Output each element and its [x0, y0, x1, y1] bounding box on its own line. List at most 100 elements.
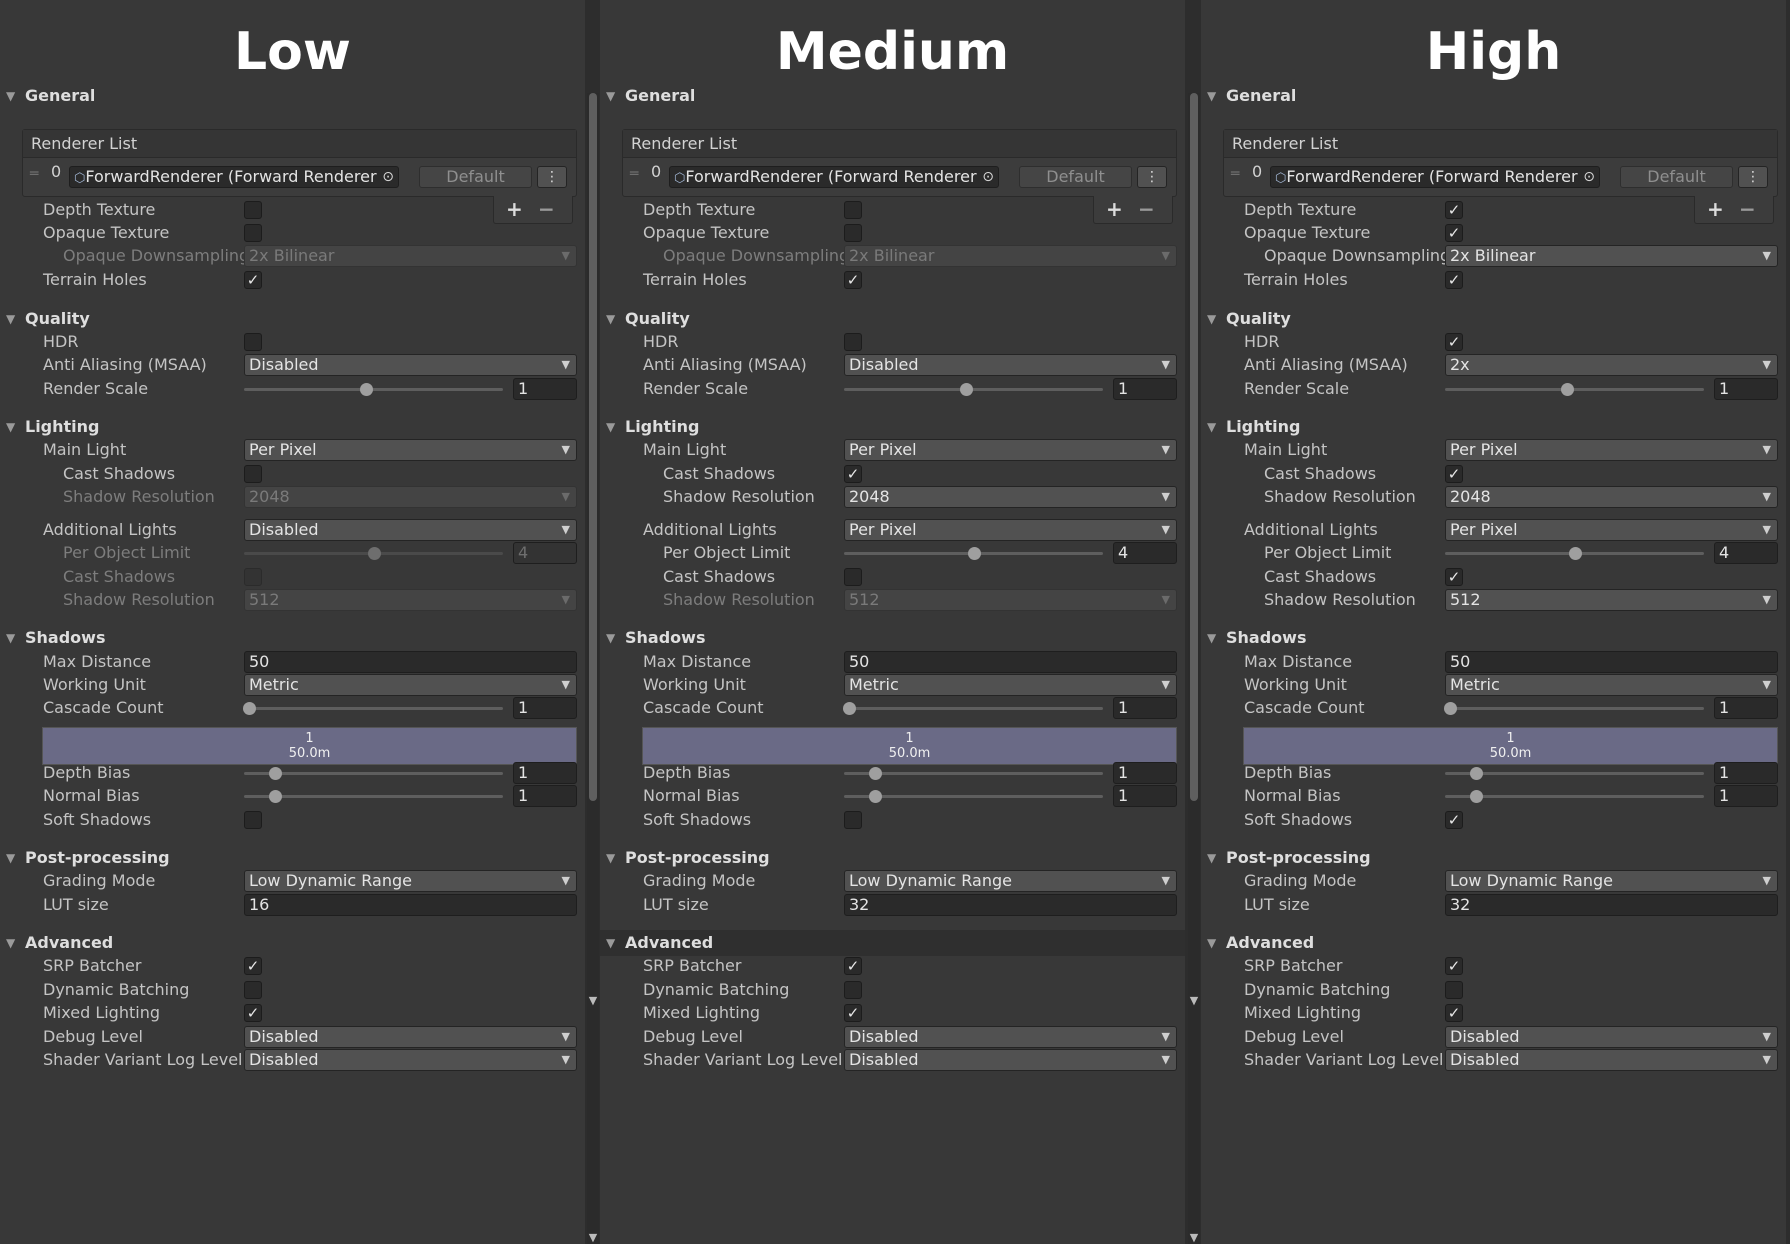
section-general[interactable]: ▼ General: [1201, 83, 1786, 109]
checkbox[interactable]: ✓: [1445, 271, 1463, 289]
checkbox[interactable]: ✓: [1445, 465, 1463, 483]
scroll-down-arrow-icon[interactable]: ▼: [1188, 995, 1200, 1007]
slider-thumb[interactable]: [869, 767, 883, 780]
slider-value-field[interactable]: 1: [1714, 697, 1778, 719]
scroll-down-arrow-icon[interactable]: ▼: [587, 995, 599, 1007]
slider-value-field[interactable]: 1: [513, 697, 577, 719]
slider-track[interactable]: [244, 383, 503, 396]
slider-thumb[interactable]: [1568, 547, 1582, 560]
dropdown[interactable]: 2x ▼: [1445, 354, 1778, 376]
slider-value-field[interactable]: 1: [1113, 785, 1177, 807]
checkbox[interactable]: ✓: [244, 271, 262, 289]
object-picker-icon[interactable]: ⊙: [382, 167, 394, 187]
text-field[interactable]: 16: [244, 894, 577, 916]
drag-handle-icon[interactable]: ═: [630, 166, 638, 182]
checkbox[interactable]: [844, 224, 862, 242]
slider-value-field[interactable]: 1: [513, 762, 577, 784]
dropdown[interactable]: Disabled ▼: [244, 1049, 577, 1071]
dropdown[interactable]: Per Pixel ▼: [844, 439, 1177, 461]
slider-value-field[interactable]: 1: [513, 785, 577, 807]
drag-handle-icon[interactable]: ═: [1231, 166, 1239, 182]
drag-handle-icon[interactable]: ═: [30, 166, 38, 182]
dropdown[interactable]: Disabled ▼: [1445, 1049, 1778, 1071]
object-picker-icon[interactable]: ⊙: [1583, 167, 1595, 187]
renderer-object-field[interactable]: ⬡ForwardRenderer (Forward Renderer Da ⊙: [69, 166, 399, 188]
slider-thumb[interactable]: [967, 547, 981, 560]
renderer-object-field[interactable]: ⬡ForwardRenderer (Forward Renderer Da ⊙: [669, 166, 999, 188]
text-field[interactable]: 50: [1445, 651, 1778, 673]
section-general[interactable]: ▼ General: [600, 83, 1185, 109]
slider-track[interactable]: [844, 767, 1103, 780]
checkbox[interactable]: [844, 333, 862, 351]
dropdown[interactable]: Low Dynamic Range ▼: [244, 870, 577, 892]
checkbox[interactable]: [1445, 981, 1463, 999]
scrollbar[interactable]: ▼ ▼: [1188, 93, 1200, 1244]
slider-track[interactable]: [243, 702, 503, 715]
slider-thumb[interactable]: [269, 767, 283, 780]
slider-value-field[interactable]: 1: [1113, 762, 1177, 784]
set-default-button[interactable]: Default: [1019, 166, 1132, 188]
checkbox[interactable]: [244, 811, 262, 829]
checkbox[interactable]: [244, 981, 262, 999]
slider-thumb[interactable]: [869, 790, 883, 803]
slider-track[interactable]: [1444, 702, 1704, 715]
checkbox[interactable]: ✓: [844, 1004, 862, 1022]
checkbox[interactable]: ✓: [1445, 568, 1463, 586]
slider-value-field[interactable]: 1: [1714, 762, 1778, 784]
slider-track[interactable]: [244, 767, 503, 780]
checkbox[interactable]: ✓: [1445, 957, 1463, 975]
checkbox[interactable]: [844, 811, 862, 829]
slider-value-field[interactable]: 1: [513, 378, 577, 400]
slider-track[interactable]: [843, 702, 1103, 715]
dropdown[interactable]: Metric ▼: [1445, 674, 1778, 696]
slider-thumb[interactable]: [843, 702, 857, 715]
slider-value-field[interactable]: 1: [1113, 697, 1177, 719]
slider-value-field[interactable]: 4: [1714, 542, 1778, 564]
dropdown[interactable]: 2048 ▼: [844, 486, 1177, 508]
dropdown[interactable]: Per Pixel ▼: [244, 439, 577, 461]
dropdown[interactable]: Disabled ▼: [1445, 1026, 1778, 1048]
dropdown[interactable]: 512 ▼: [1445, 589, 1778, 611]
slider-thumb[interactable]: [1470, 790, 1484, 803]
renderer-object-field[interactable]: ⬡ForwardRenderer (Forward Renderer Da ⊙: [1270, 166, 1600, 188]
text-field[interactable]: 32: [1445, 894, 1778, 916]
slider-track[interactable]: [1445, 767, 1704, 780]
checkbox[interactable]: [244, 224, 262, 242]
scrollbar-thumb[interactable]: [1190, 93, 1198, 801]
kebab-menu-icon[interactable]: ⋮: [1137, 166, 1167, 188]
dropdown[interactable]: Disabled ▼: [244, 519, 577, 541]
text-field[interactable]: 50: [844, 651, 1177, 673]
dropdown[interactable]: Low Dynamic Range ▼: [844, 870, 1177, 892]
checkbox[interactable]: [844, 201, 862, 219]
checkbox[interactable]: ✓: [1445, 1004, 1463, 1022]
slider-track[interactable]: [244, 790, 503, 803]
slider-thumb[interactable]: [243, 702, 257, 715]
checkbox[interactable]: [844, 568, 862, 586]
checkbox[interactable]: [244, 465, 262, 483]
dropdown[interactable]: 2048 ▼: [1445, 486, 1778, 508]
kebab-menu-icon[interactable]: ⋮: [537, 166, 567, 188]
slider-thumb[interactable]: [269, 790, 283, 803]
set-default-button[interactable]: Default: [419, 166, 532, 188]
dropdown[interactable]: Disabled ▼: [844, 354, 1177, 376]
checkbox[interactable]: ✓: [1445, 333, 1463, 351]
scrollbar[interactable]: ▼ ▼: [587, 93, 599, 1244]
scroll-down-arrow-icon[interactable]: ▼: [587, 1232, 599, 1244]
dropdown[interactable]: 2x Bilinear ▼: [1445, 245, 1778, 267]
text-field[interactable]: 32: [844, 894, 1177, 916]
scrollbar-thumb[interactable]: [589, 93, 597, 801]
slider-value-field[interactable]: 1: [1113, 378, 1177, 400]
object-picker-icon[interactable]: ⊙: [982, 167, 994, 187]
dropdown[interactable]: Disabled ▼: [844, 1026, 1177, 1048]
kebab-menu-icon[interactable]: ⋮: [1738, 166, 1768, 188]
slider-track[interactable]: [1445, 790, 1704, 803]
checkbox[interactable]: ✓: [244, 1004, 262, 1022]
set-default-button[interactable]: Default: [1620, 166, 1733, 188]
text-field[interactable]: 50: [244, 651, 577, 673]
section-shadows[interactable]: ▼ Shadows: [0, 625, 585, 651]
section-shadows[interactable]: ▼ Shadows: [600, 625, 1185, 651]
dropdown[interactable]: Metric ▼: [244, 674, 577, 696]
checkbox[interactable]: ✓: [844, 271, 862, 289]
slider-thumb[interactable]: [1444, 702, 1458, 715]
slider-track[interactable]: [1445, 547, 1704, 560]
